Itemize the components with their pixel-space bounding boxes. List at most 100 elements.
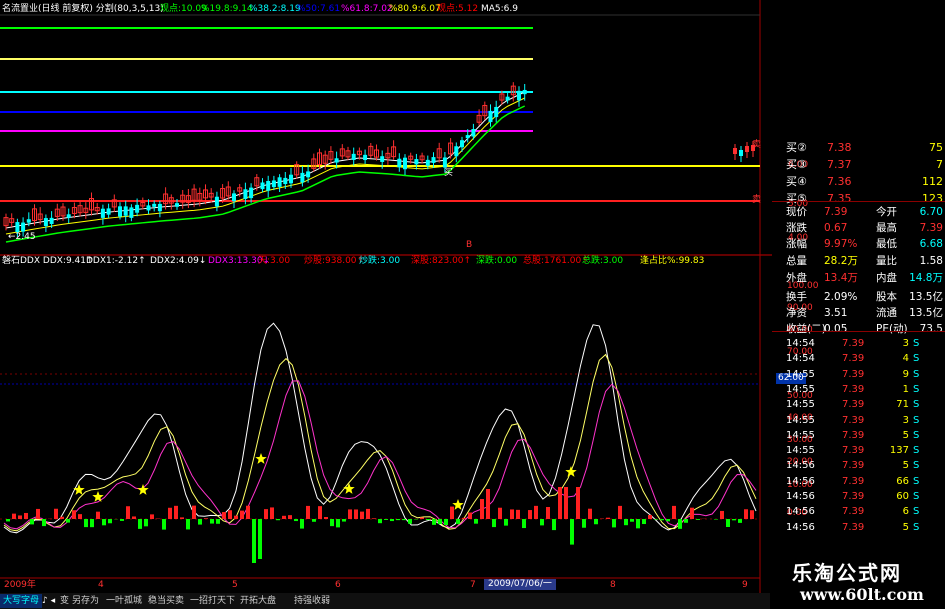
indicator-value-11: 逢占比%:99.83 (640, 256, 705, 266)
tick-volume: 60 (896, 491, 909, 502)
stat-label: 量比 (876, 255, 897, 267)
chart-frame (0, 0, 772, 593)
tick-volume: 137 (889, 445, 909, 457)
audio-icon[interactable]: ♪ ◂ (42, 594, 55, 608)
tick-row[interactable]: 14:55 7.39 3 S (772, 413, 945, 428)
tick-row[interactable]: 14:56 7.39 66 S (772, 474, 945, 489)
tick-row[interactable]: 14:55 7.39 137 S (772, 443, 945, 458)
low-price-label: ←2.45 (8, 232, 36, 242)
tick-side: S (913, 338, 920, 349)
tick-side: S (913, 383, 920, 395)
tick-row[interactable]: 14:55 7.39 5 S (772, 428, 945, 443)
title-value-2: %38.2:8.19 (249, 4, 301, 14)
fibonacci-lines (0, 27, 760, 202)
indicator-value-4: 天:3.00 (258, 256, 291, 266)
tick-price: 7.39 (842, 491, 865, 502)
stat-value: 0.05 (824, 323, 848, 335)
stat-label: PE(动) (876, 323, 908, 335)
tick-volume: 4 (902, 353, 909, 365)
stat-label: 最高 (876, 222, 897, 234)
tick-volume: 3 (902, 338, 909, 349)
toolbar-item[interactable]: 一叶孤城 (106, 594, 142, 608)
indicator-value-2: DDX2:4.09↓ (150, 256, 207, 266)
tick-side: S (913, 460, 920, 472)
bid-price: 7.38 (827, 141, 852, 154)
date-axis-month: 4 (98, 580, 104, 590)
tick-volume: 9 (902, 368, 909, 380)
tick-row[interactable]: 14:56 7.39 60 S (772, 489, 945, 504)
toolbar-item[interactable]: 变 (60, 594, 69, 608)
bid-price: 7.36 (827, 175, 852, 188)
bid-volume: 112 (922, 175, 943, 188)
kline-chart[interactable] (0, 0, 772, 593)
bid-label: 买③ (786, 158, 807, 171)
toolbar-item[interactable]: 另存为 (72, 594, 99, 608)
tick-volume: 6 (902, 506, 909, 518)
title-value-4: %61.8:7.02 (341, 4, 393, 14)
tick-row[interactable]: 14:56 7.39 5 S (772, 520, 945, 535)
indicator-value-10: 总跌:3.00 (582, 256, 624, 266)
title-value-0: 观点:10.09 (160, 4, 207, 14)
bid-row: 买③ 7.37 7 (772, 157, 945, 173)
tick-row[interactable]: 14:56 7.39 5 S (772, 458, 945, 473)
tick-volume: 3 (902, 414, 909, 426)
toolbar-item[interactable]: 稳当买卖 (148, 594, 184, 608)
watermark-url: www.60lt.com (800, 585, 924, 604)
indicator-value-7: 深股:823.00↑ (411, 256, 472, 266)
stat-value: 13.4万 (824, 272, 858, 284)
toolbar-item[interactable]: 一招打天下 (190, 594, 235, 608)
sell-mark-label: 卖 (752, 140, 762, 150)
tick-row[interactable]: 14:55 7.39 71 S (772, 397, 945, 412)
tick-side: S (913, 445, 920, 457)
tick-time: 14:55 (786, 399, 815, 411)
tick-side: S (913, 353, 920, 365)
stat-label: 现价 (786, 206, 807, 218)
buy-mark-label: 买 (444, 168, 454, 178)
stat-value: 0.67 (824, 222, 848, 234)
stat-value: 7.39 (824, 206, 848, 218)
stats-row: 涨跌 0.67 最高 7.39 (772, 220, 945, 236)
tick-row[interactable]: 14:55 7.39 9 S (772, 367, 945, 382)
tick-price: 7.39 (842, 383, 865, 395)
date-axis-month: 7 (470, 580, 476, 590)
tick-volume: 66 (896, 475, 909, 487)
stat-value: 6.68 (919, 238, 943, 250)
title-value-3: %50:7.61 (297, 4, 341, 14)
tick-price: 7.39 (842, 414, 865, 426)
stat-label: 股本 (876, 291, 897, 303)
tick-side: S (913, 491, 920, 502)
tick-volume: 71 (896, 399, 909, 411)
toolbar-item[interactable]: 开拓大盘 (240, 594, 276, 608)
tick-price: 7.39 (842, 368, 865, 380)
stat-value: 14.8万 (909, 272, 943, 284)
indicator-value-5: 炒股:938.00↑ (304, 256, 365, 266)
tick-row[interactable]: 14:54 7.39 4 S (772, 351, 945, 366)
indicator-value-0: 磐石DDX DDX:9.41↑ (2, 256, 94, 266)
tick-price: 7.39 (842, 475, 865, 487)
stat-value: 13.5亿 (909, 291, 943, 303)
tick-time: 14:55 (786, 445, 815, 457)
stats-row: 换手 2.09% 股本 13.5亿 (772, 289, 945, 305)
tick-price: 7.39 (842, 338, 865, 349)
stat-label: 今开 (876, 206, 897, 218)
stats-row: 外盘 13.4万 内盘 14.8万 (772, 270, 945, 286)
tick-side: S (913, 475, 920, 487)
date-axis-month: 8 (610, 580, 616, 590)
tick-time: 14:55 (786, 368, 815, 380)
stats-row: 涨幅 9.97% 最低 6.68 (772, 236, 945, 252)
indicator-value-8: 深跌:0.00 (476, 256, 518, 266)
tick-row[interactable]: 14:56 7.39 6 S (772, 504, 945, 519)
tick-row[interactable]: 14:55 7.39 1 S (772, 382, 945, 397)
stat-value: 6.70 (919, 206, 943, 218)
sell-mark-label: 卖 (752, 195, 762, 205)
input-mode-button[interactable]: 大写字母 (0, 594, 43, 608)
tick-price: 7.39 (842, 429, 865, 441)
bid-row: 买④ 7.36 112 (772, 174, 945, 190)
stats-row: 收益(二) 0.05 PE(动) 73.5 (772, 321, 945, 337)
watermark-title: 乐淘公式网 (792, 561, 902, 585)
tick-row[interactable]: 14:54 7.39 3 S (772, 336, 945, 351)
toolbar-item[interactable]: 持强收弱 (294, 594, 330, 608)
tick-time: 14:55 (786, 429, 815, 441)
stat-value: 7.39 (919, 222, 943, 234)
stat-value: 3.51 (824, 307, 848, 319)
